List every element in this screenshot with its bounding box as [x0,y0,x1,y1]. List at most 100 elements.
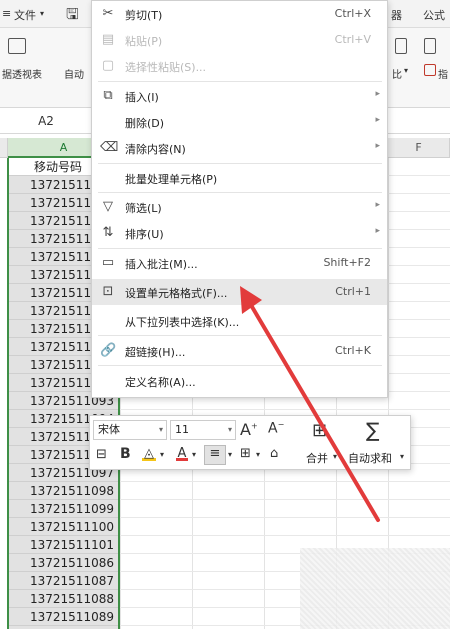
scissors-icon: ✂ [102,6,114,21]
menu-delete-label: 删除(D) [125,117,165,130]
menu-cut-shortcut: Ctrl+X [334,7,371,20]
cell-a-row[interactable]: 13721511089 [8,608,119,626]
sort-icon: ⇅ [102,225,114,240]
ratio-dropdown-icon[interactable]: ▾ [404,66,408,75]
menu-paste-label: 粘贴(P) [125,35,163,48]
menu-dropdown-label: 从下拉列表中选择(K)... [125,316,240,329]
sum-icon[interactable]: ∑ [366,418,379,442]
cell-a-row[interactable]: 13721511100 [8,518,119,536]
cell-a-row[interactable]: 13721511098 [8,482,119,500]
cell-a-row[interactable]: 13721511086 [8,554,119,572]
cell-a-row[interactable]: 13721511087 [8,572,119,590]
auto-label[interactable]: 自动 [64,66,84,81]
menu-cut[interactable]: ✂ 剪切(T) Ctrl+X [92,1,387,27]
menu-separator [98,335,382,336]
menu-define-name[interactable]: 定义名称(A)... [92,368,387,394]
bold-button[interactable]: B [120,446,131,462]
comment-icon: ▭ [101,255,115,270]
menu-separator [98,192,382,193]
fill-color-dropdown-icon[interactable]: ▾ [160,450,164,459]
name-box[interactable]: A2 [0,108,92,134]
font-name-select[interactable]: 宋体 ▾ [93,420,167,440]
menu-comment[interactable]: ▭ 插入批注(M)... Shift+F2 [92,250,387,276]
menu-hyperlink[interactable]: 🔗 超链接(H)... Ctrl+K [92,338,387,364]
menu-sort-label: 排序(U) [125,228,164,241]
chevron-right-icon: ▸ [375,226,380,236]
align-center-icon[interactable]: ≡ [204,445,226,465]
menu-sort[interactable]: ⇅ 排序(U) ▸ [92,220,387,246]
menu-batch-label: 批量处理单元格(P) [125,173,218,186]
autosum-dropdown-icon[interactable]: ▾ [400,452,404,461]
context-menu: ✂ 剪切(T) Ctrl+X ▤ 粘贴(P) Ctrl+V ▢ 选择性粘贴(S)… [91,0,388,398]
chevron-right-icon: ▸ [375,200,380,210]
menu-comment-label: 插入批注(M)... [125,258,198,271]
row-header-corner[interactable] [0,138,8,158]
menu-batch[interactable]: 批量处理单元格(P) [92,165,387,191]
cell-a-row[interactable]: 13721511099 [8,500,119,518]
menu-separator [98,163,382,164]
merge-dropdown-icon[interactable]: ▾ [333,452,337,461]
fill-color-icon[interactable]: ◬ [142,446,156,461]
menu-paste-special[interactable]: ▢ 选择性粘贴(S)... [92,53,387,79]
menu-clear[interactable]: ⌫ 清除内容(N) ▸ [92,135,387,161]
menu-comment-shortcut: Shift+F2 [323,256,371,269]
gridline-horizontal [120,481,450,482]
top-right-icon[interactable] [424,38,436,54]
menu-dropdown-list[interactable]: 从下拉列表中选择(K)... [92,308,387,334]
menu-separator [98,365,382,366]
menu-cut-label: 剪切(T) [125,9,163,22]
chevron-down-icon: ▾ [227,425,232,434]
align-dropdown-icon[interactable]: ▾ [228,450,232,459]
menu-filter[interactable]: ▽ 筛选(L) ▸ [92,194,387,220]
ratio-label[interactable]: 比 [392,66,402,81]
decrease-font-icon[interactable]: A− [268,420,284,437]
menu-paste[interactable]: ▤ 粘贴(P) Ctrl+V [92,27,387,53]
watermark-pattern [300,548,450,629]
filter-icon: ▽ [103,199,113,214]
eraser-icon: ⌫ [100,140,119,155]
mini-toolbar: 宋体 ▾ 11 ▾ A+ A− ⊟ B ◬ ▾ A ▾ ≡ ▾ ⊞ ▾ ⌂ ⊞ … [89,415,411,470]
gridline-horizontal [120,409,450,410]
cell-a-row[interactable]: 13721511101 [8,536,119,554]
menu-format-cells[interactable]: ⊡ 设置单元格格式(F)... Ctrl+1 [92,279,387,305]
cell-a-row[interactable]: 13721511088 [8,590,119,608]
right-tool-icon[interactable] [395,38,407,54]
menu-clear-label: 清除内容(N) [125,143,186,156]
border-dropdown-icon[interactable]: ▾ [256,450,260,459]
paste-special-icon: ▢ [101,58,115,73]
increase-font-icon[interactable]: A+ [240,420,258,439]
menu-paste-special-label: 选择性粘贴(S)... [125,61,207,74]
menu-insert[interactable]: ⧉ 插入(I) ▸ [92,83,387,109]
menu-insert-label: 插入(I) [125,91,159,104]
tab-file[interactable]: 文件 [14,7,36,23]
merge-icon[interactable]: ⊞ [312,420,327,441]
menu-delete[interactable]: 删除(D) ▸ [92,109,387,135]
menu-filter-label: 筛选(L) [125,202,162,215]
file-dropdown-icon[interactable]: ▾ [40,9,44,18]
menu-hyperlink-shortcut: Ctrl+K [334,344,371,357]
menu-hyperlink-label: 超链接(H)... [125,346,186,359]
insert-icon: ⧉ [103,88,113,103]
menu-separator [98,81,382,82]
font-color-dropdown-icon[interactable]: ▾ [192,450,196,459]
chevron-down-icon: ▾ [158,425,163,434]
border-icon[interactable]: ⊞ [240,446,251,461]
chevron-right-icon: ▸ [375,115,380,125]
font-size-select[interactable]: 11 ▾ [170,420,236,440]
gridline-horizontal [120,499,450,500]
column-header-f[interactable]: F [388,138,450,158]
tab-menu-icon[interactable]: ≡ [2,7,11,20]
save-icon[interactable]: 🖫 [66,4,79,29]
autosum-button[interactable]: 自动求和 [348,450,392,466]
pivot-table-label[interactable]: 据透视表 [2,66,42,81]
tab-formula[interactable]: 公式 [423,7,445,23]
font-color-icon[interactable]: A [176,446,188,461]
clear-format-icon[interactable]: ⌂ [270,446,278,461]
format-painter-icon[interactable]: ⊟ [96,447,107,462]
menu-format-cells-label: 设置单元格格式(F)... [125,287,228,300]
right-partial-label[interactable]: 指 [438,66,448,81]
pivot-table-icon[interactable] [8,38,26,54]
merge-button[interactable]: 合并 [306,450,328,466]
bottom-right-icon[interactable] [424,64,436,76]
tab-partial[interactable]: 器 [391,7,402,23]
